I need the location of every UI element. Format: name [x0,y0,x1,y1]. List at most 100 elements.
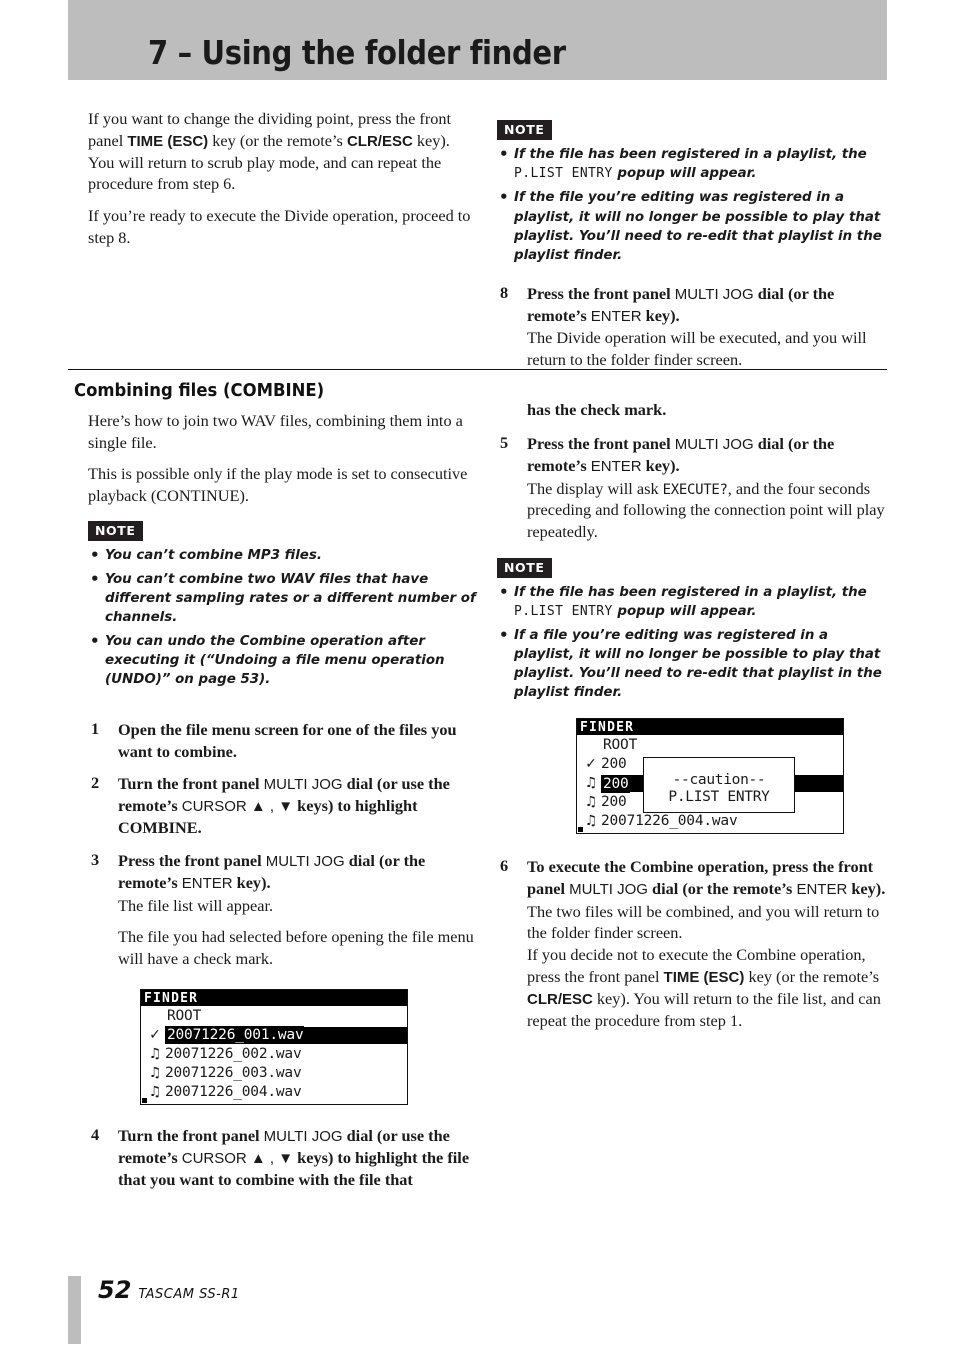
step-lead-pre: Press the front panel [527,433,675,453]
step-lead: Turn the front panel MULTI JOG dial (or … [118,773,478,839]
lcd-screenshot-file-list: FINDER ROOT ✓ 20071226_001.wav ♫ 2007122… [140,988,408,1105]
lcd-row: ✓ 20071226_001.wav [141,1026,407,1045]
step-sub: The display will ask EXECUTE?, and the f… [527,478,887,543]
lcd-file-name: 20071226_004.wav [601,813,738,830]
step-lead: Press the front panel MULTI JOG dial (or… [527,433,887,477]
chapter-header-bar: 7 – Using the folder finder [68,0,887,80]
section-heading-combining-files: Combining files (COMBINE) [74,381,325,401]
display-text-plist-entry: P.LIST ENTRY [514,603,613,619]
lcd-file-name: 20071226_001.wav [165,1026,305,1045]
step-number: 4 [91,1124,100,1144]
music-note-icon: ♫ [584,794,598,811]
note-text-post: popup will appear. [612,166,757,182]
step-4: 4 Turn the front panel MULTI JOG dial (o… [88,1125,478,1191]
key-multi-jog: MULTI JOG [674,285,754,303]
footer-page-number: 52 [98,1276,132,1304]
note-text-pre: If the file has been registered in a pla… [514,584,867,600]
step-sub: The file you had selected before opening… [118,927,474,969]
sub2-part-b: key (or the remote’s [744,966,880,986]
left-column: If you want to change the dividing point… [88,108,478,348]
note-badge-right-2: NOTE [497,557,552,578]
paragraph-combine-intro-1: Here’s how to join two WAV files, combin… [88,411,463,452]
lcd-row: ♫ 20071226_003.wav [141,1064,407,1083]
para1-part-b: key (or the remote’s [208,130,347,150]
check-icon: ✓ [149,1026,161,1043]
step-sub: The Divide operation will be executed, a… [527,328,867,370]
key-time-esc: TIME (ESC) [663,968,745,986]
lcd-file-name: 20071226_002.wav [165,1045,302,1062]
step-number: 6 [500,856,509,876]
note-text-post: popup will appear. [612,603,757,619]
note-badge-left: NOTE [88,520,143,541]
lcd-title-bar: FINDER [141,989,407,1006]
step-lead: Turn the front panel MULTI JOG dial (or … [118,1125,478,1191]
lcd-row-container: ROOT ✓ 200 ♫ 200 ♫ 200 ♫ 20071226_004.wa… [577,735,843,833]
step-lead-mid: dial (or the remote’s [647,878,797,898]
step-number: 8 [500,282,509,302]
page-footer: 52 TASCAM SS-R1 [68,1276,240,1344]
check-icon: ✓ [585,756,597,773]
lcd-row: ♫ 20071226_004.wav [141,1083,407,1102]
step-lead-pre: Press the front panel [118,850,266,870]
step-3: 3 Press the front panel MULTI JOG dial (… [88,850,478,970]
column-spacer-3 [88,326,478,348]
step-6: 6 To execute the Combine operation, pres… [497,856,887,1031]
note-item: You can’t combine MP3 files. [88,545,478,566]
lcd-file-name: 20071226_004.wav [165,1083,302,1100]
step-number: 3 [91,849,100,869]
right-column-lower: has the check mark. 5 Press the front pa… [497,399,887,1042]
step-lead-pre: Turn the front panel [118,1125,264,1145]
key-clr-esc: CLR/ESC [527,990,593,1008]
step-lead-post: key). [847,878,886,898]
music-note-icon: ♫ [584,775,598,792]
continued-lead: has the check mark. [527,400,667,419]
step-2: 2 Turn the front panel MULTI JOG dial (o… [88,773,478,839]
lcd-screenshot-caution-popup: FINDER ROOT ✓ 200 ♫ 200 ♫ 200 ♫ 20071226… [576,718,844,835]
step-5: 5 Press the front panel MULTI JOG dial (… [497,433,887,543]
paragraph-ready-divide: If you’re ready to execute the Divide op… [88,205,471,247]
paragraph-dividing-point: If you want to change the dividing point… [88,108,478,195]
page-title: 7 – Using the folder finder [148,33,566,72]
popup-line-plist-entry: P.LIST ENTRY [668,789,770,806]
step-number: 5 [500,432,509,452]
lcd-row-root: ROOT [141,1007,407,1026]
key-multi-jog: MULTI JOG [263,1127,343,1145]
spacer-before-steps [88,697,478,719]
key-clr-esc: CLR/ESC [346,132,413,150]
step-lead: Press the front panel MULTI JOG dial (or… [118,850,478,894]
music-note-icon: ♫ [148,1083,162,1100]
lcd-title-bar: FINDER [577,719,843,736]
lcd-root-label: ROOT [603,737,638,754]
note-item: If a file you’re editing was registered … [497,625,887,702]
key-cursor: CURSOR ▲ , ▼ [181,1149,294,1167]
lcd-caution-popup: --caution-- P.LIST ENTRY [643,757,795,814]
step-lead-post: key). [641,305,680,325]
lcd-row: ♫ 20071226_004.wav [577,812,843,831]
lcd-highlight-fill [304,1026,407,1044]
column-spacer-2 [88,292,478,326]
note-badge-right-1: NOTE [497,120,552,140]
step-lead: Press the front panel MULTI JOG dial (or… [527,283,887,327]
key-time-esc: TIME (ESC) [127,132,209,150]
display-text-plist-entry: P.LIST ENTRY [514,166,613,182]
note-list-right-2: If the file has been registered in a pla… [497,582,887,703]
step-sub: The file list will appear. [118,895,274,915]
step-number: 1 [91,718,100,738]
popup-line-caution: --caution-- [672,772,766,789]
step-lead-pre: Press the front panel [527,283,675,303]
lcd-file-name: 200 [601,774,630,793]
key-multi-jog: MULTI JOG [263,776,343,794]
step-number: 2 [91,773,100,793]
sub-pre: The display will ask [527,478,663,498]
key-multi-jog: MULTI JOG [265,852,345,870]
step-1: 1 Open the file menu screen for one of t… [88,719,478,762]
note-item: If the file you’re editing was registere… [497,187,887,264]
continued-step-4-text: has the check mark. [497,399,887,421]
scroll-more-indicator [142,1097,147,1103]
lcd-file-name: 200 [601,756,627,773]
column-spacer [88,258,478,292]
step-lead: Open the file menu screen for one of the… [118,719,457,761]
music-note-icon: ♫ [584,813,598,830]
key-enter: ENTER [590,307,642,325]
note-item: You can’t combine two WAV files that hav… [88,569,478,627]
